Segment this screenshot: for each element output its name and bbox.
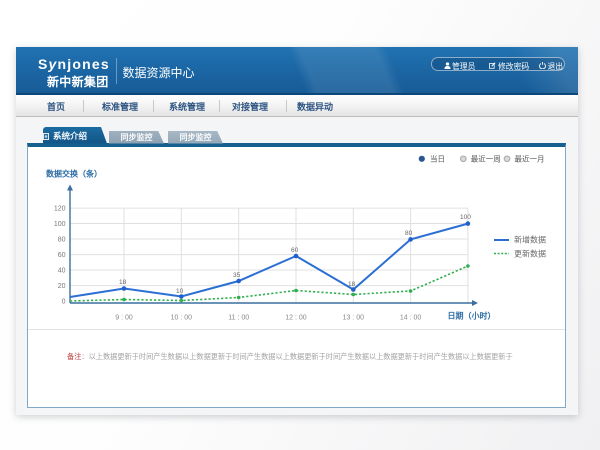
svg-text:18: 18 <box>348 281 356 288</box>
svg-text:备注：以上数据更新于时间产生数据以上数据更新于时间产生数据以: 备注：以上数据更新于时间产生数据以上数据更新于时间产生数据以上数据更新于时间产生… <box>67 352 513 361</box>
svg-text:数据交换（条）: 数据交换（条） <box>46 169 102 179</box>
svg-text:日期（小时）: 日期（小时） <box>448 311 496 321</box>
svg-text:60: 60 <box>58 252 66 259</box>
svg-text:100: 100 <box>460 214 471 221</box>
svg-text:更新数据: 更新数据 <box>514 248 546 258</box>
svg-text:11 : 00: 11 : 00 <box>228 315 249 322</box>
svg-text:10 : 00: 10 : 00 <box>171 315 193 322</box>
svg-text:10: 10 <box>176 288 184 295</box>
svg-text:60: 60 <box>291 247 299 254</box>
svg-text:当日: 当日 <box>430 154 445 164</box>
svg-text:80: 80 <box>405 230 413 237</box>
svg-text:35: 35 <box>233 272 241 279</box>
svg-text:新增数据: 新增数据 <box>514 235 546 245</box>
svg-text:13 : 00: 13 : 00 <box>343 315 365 322</box>
svg-text:18: 18 <box>119 279 127 286</box>
svg-text:最近一周: 最近一周 <box>471 154 501 164</box>
svg-text:14 : 00: 14 : 00 <box>400 315 422 322</box>
svg-text:40: 40 <box>58 268 66 275</box>
svg-text:100: 100 <box>54 221 66 228</box>
svg-text:20: 20 <box>58 283 66 290</box>
svg-text:120: 120 <box>54 206 66 213</box>
svg-text:12 : 00: 12 : 00 <box>285 315 307 322</box>
svg-text:80: 80 <box>58 237 66 244</box>
svg-text:0: 0 <box>62 298 66 305</box>
svg-text:9 : 00: 9 : 00 <box>115 315 133 322</box>
svg-text:最近一月: 最近一月 <box>515 154 545 164</box>
